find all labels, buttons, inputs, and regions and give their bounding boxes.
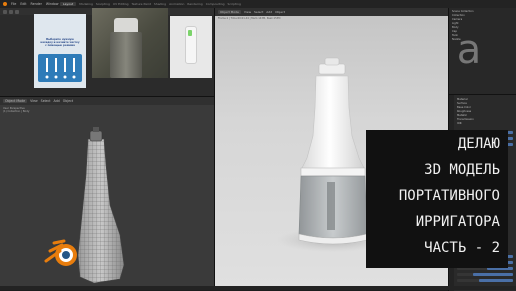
tab-shading[interactable]: Shading — [154, 2, 166, 6]
reference-product-accent — [188, 30, 192, 36]
title-line-4: ИРРИГАТОРА — [415, 214, 500, 230]
tab-modeling[interactable]: Modeling — [79, 2, 93, 6]
properties-list: Material Surface Base Color Roughness Me… — [457, 98, 474, 126]
menu-object[interactable]: Object — [63, 99, 73, 103]
status-bar — [0, 286, 516, 290]
reference-image-title: Выберите нужную насадку и начните чистку… — [40, 38, 80, 48]
nozzle-icons — [45, 58, 76, 79]
menu-window[interactable]: Window — [46, 2, 59, 6]
background-logo-letter: a — [456, 27, 482, 73]
blender-logo-icon — [44, 239, 77, 266]
tab-compositing[interactable]: Compositing — [206, 2, 225, 6]
menu-view[interactable]: View — [30, 99, 38, 103]
title-line-5: ЧАСТЬ - 2 — [424, 240, 500, 256]
tab-scripting[interactable]: Scripting — [228, 2, 241, 6]
mode-select[interactable]: Object Mode — [3, 99, 28, 103]
tab-sculpting[interactable]: Sculpting — [96, 2, 110, 6]
view-icon[interactable] — [9, 9, 13, 14]
blender-logo-icon[interactable] — [3, 2, 7, 6]
reference-photo-cap — [114, 18, 138, 32]
prop-slider[interactable] — [457, 279, 513, 282]
title-line-3: ПОРТАТИВНОГО — [398, 188, 500, 204]
tab-texture-paint[interactable]: Texture Paint — [132, 2, 151, 6]
workspace-tabs: Layout Modeling Sculpting UV Editing Tex… — [60, 0, 241, 8]
title-line-2: 3D МОДЕЛЬ — [424, 162, 500, 178]
title-line-1: ДЕЛАЮ — [457, 136, 500, 152]
image-icon[interactable] — [15, 9, 19, 14]
editor-type-icon[interactable] — [3, 9, 7, 14]
tab-animation[interactable]: Animation — [169, 2, 184, 6]
reference-image-card — [38, 54, 82, 82]
tab-uv-editing[interactable]: UV Editing — [113, 2, 129, 6]
wireframe-model[interactable] — [0, 105, 214, 287]
menu-render[interactable]: Render — [31, 2, 42, 6]
prop-slider[interactable] — [457, 273, 513, 276]
viewport-header: Object Mode View Select Add Object — [0, 97, 214, 105]
prop-label: IOR — [457, 122, 462, 125]
tab-layout[interactable]: Layout — [60, 2, 77, 6]
3d-viewport-wireframe[interactable]: Object Mode View Select Add Object User … — [0, 96, 215, 287]
menu-file[interactable]: File — [11, 2, 16, 6]
image-editor[interactable]: Выберите нужную насадку и начните чистку… — [0, 8, 215, 96]
menu-add[interactable]: Add — [54, 99, 60, 103]
title-overlay: ДЕЛАЮ 3D МОДЕЛЬ ПОРТАТИВНОГО ИРРИГАТОРА … — [366, 130, 508, 268]
tab-rendering[interactable]: Rendering — [187, 2, 202, 6]
menu-edit[interactable]: Edit — [20, 2, 26, 6]
menu-select[interactable]: Select — [41, 99, 51, 103]
reference-photo-body — [110, 32, 142, 78]
